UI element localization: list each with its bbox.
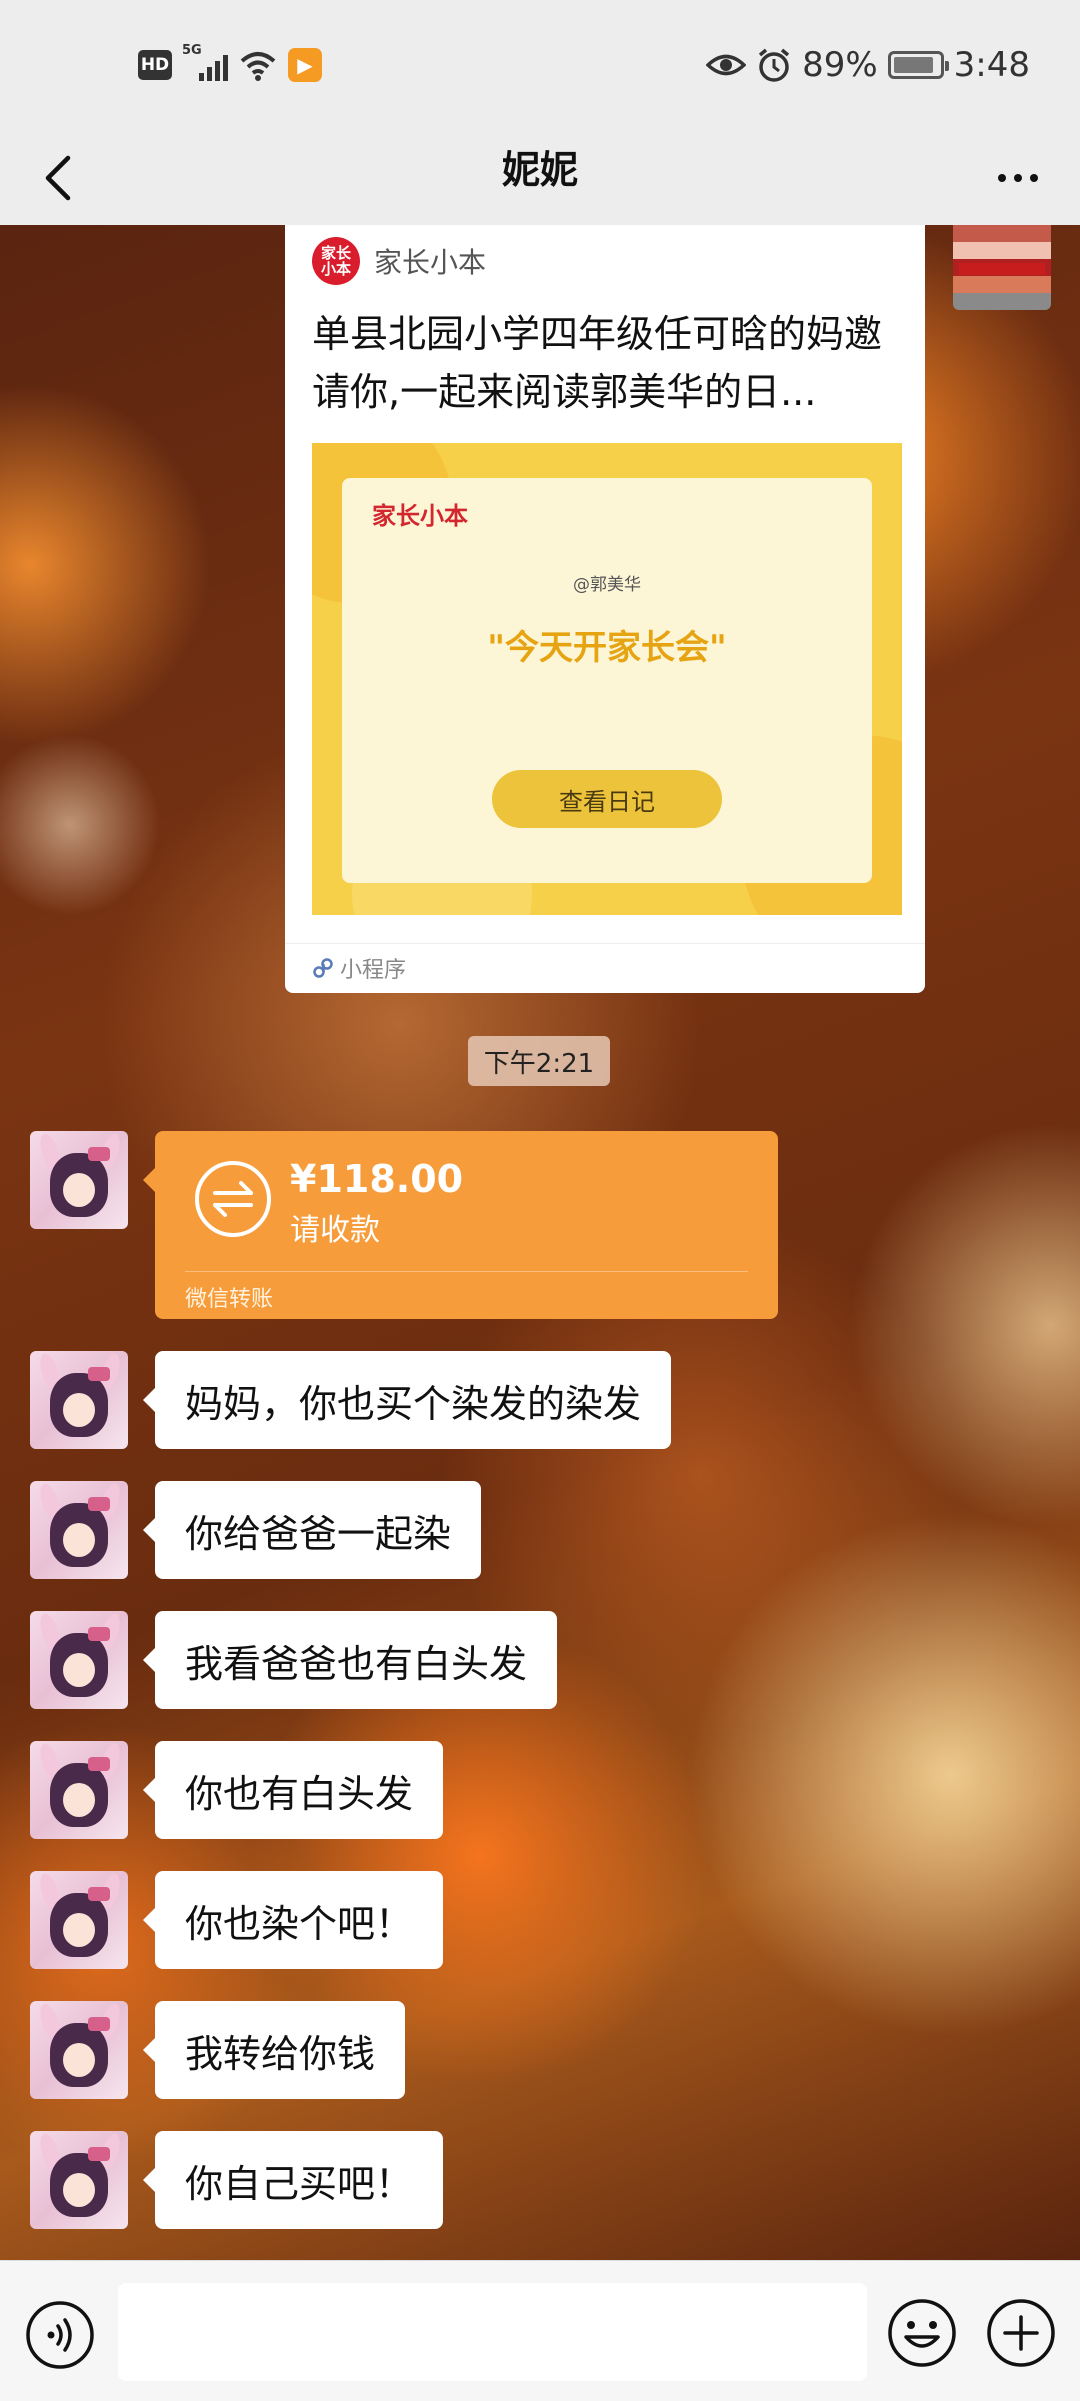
view-diary-button: 查看日记 xyxy=(492,770,722,828)
mini-program-thumbnail: 家长小本 @郭美华 "今天开家长会" 查看日记 xyxy=(312,443,902,915)
mini-program-name: 家长小本 xyxy=(374,246,487,279)
battery-percent: 89% xyxy=(802,45,878,85)
status-time: 3:48 xyxy=(953,45,1030,85)
message-bubble[interactable]: 你也染个吧！ xyxy=(142,1871,444,1969)
voice-icon[interactable] xyxy=(24,2299,96,2371)
message-bubble[interactable]: 我转给你钱 xyxy=(142,2001,406,2099)
transfer-amount: ¥118.00 xyxy=(290,1157,464,1201)
top-bar: HD 5G ▶ 89% 3:48 妮妮 xyxy=(0,0,1080,225)
eye-icon xyxy=(706,54,747,76)
mini-program-icon xyxy=(313,958,333,978)
contact-avatar[interactable] xyxy=(30,1611,128,1709)
contact-avatar[interactable] xyxy=(30,2131,128,2229)
message-bubble[interactable]: 我看爸爸也有白头发 xyxy=(142,1611,558,1709)
self-avatar[interactable] xyxy=(953,225,1051,310)
contact-avatar[interactable] xyxy=(30,1131,128,1229)
transfer-status: 请收款 xyxy=(290,1213,380,1248)
mini-program-header: 家长 小本 家长小本 xyxy=(312,235,486,287)
message-input[interactable] xyxy=(118,2283,867,2381)
mini-program-card[interactable]: 家长 小本 家长小本 单县北园小学四年级任可晗的妈邀请你,一起来阅读郭美华的日..… xyxy=(285,225,925,993)
mini-program-footer-label: 小程序 xyxy=(340,958,407,983)
plus-icon[interactable] xyxy=(985,2297,1057,2369)
alarm-icon xyxy=(758,48,790,82)
mini-program-title: 单县北园小学四年级任可晗的妈邀请你,一起来阅读郭美华的日... xyxy=(312,312,883,414)
contact-avatar[interactable] xyxy=(30,1741,128,1839)
thumbnail-quote: "今天开家长会" xyxy=(487,628,727,668)
emoji-icon[interactable] xyxy=(886,2297,958,2369)
status-right: 89% 3:48 xyxy=(706,44,1030,86)
thumbnail-brand: 家长小本 xyxy=(372,501,468,530)
hd-icon: HD xyxy=(138,50,172,80)
message-bubble[interactable]: 你给爸爸一起染 xyxy=(142,1481,482,1579)
transfer-icon xyxy=(195,1161,271,1237)
title-bar: 妮妮 xyxy=(0,130,1080,225)
contact-avatar[interactable] xyxy=(30,1871,128,1969)
thumbnail-author: @郭美华 xyxy=(573,575,641,595)
message-bubble[interactable]: 你也有白头发 xyxy=(142,1741,444,1839)
battery-icon xyxy=(887,51,949,79)
wifi-icon xyxy=(240,52,276,81)
transfer-footer: 微信转账 xyxy=(185,1287,274,1312)
signal-icon: 5G xyxy=(182,43,228,83)
message-bubble[interactable]: 你自己买吧！ xyxy=(142,2131,444,2229)
more-dots-icon[interactable] xyxy=(988,148,1048,208)
input-bar xyxy=(0,2260,1080,2401)
status-left: HD 5G ▶ xyxy=(138,43,322,86)
status-bar: HD 5G ▶ 89% 3:48 xyxy=(0,0,1080,130)
mini-program-logo: 家长 小本 xyxy=(312,237,360,285)
timestamp: 下午2:21 xyxy=(468,1036,610,1086)
battery-fill xyxy=(893,57,933,73)
transfer-divider xyxy=(185,1271,748,1272)
contact-avatar[interactable] xyxy=(30,1351,128,1449)
thumbnail-panel: 家长小本 @郭美华 "今天开家长会" 查看日记 xyxy=(342,478,872,883)
app-notification-icon: ▶ xyxy=(288,48,322,82)
message-bubble[interactable]: 妈妈，你也买个染发的染发 xyxy=(142,1351,672,1449)
contact-avatar[interactable] xyxy=(30,1481,128,1579)
chat-title: 妮妮 xyxy=(501,148,578,192)
mini-program-footer: 小程序 xyxy=(285,943,925,994)
transfer-message[interactable]: ¥118.00 请收款 微信转账 xyxy=(143,1131,778,1319)
contact-avatar[interactable] xyxy=(30,2001,128,2099)
